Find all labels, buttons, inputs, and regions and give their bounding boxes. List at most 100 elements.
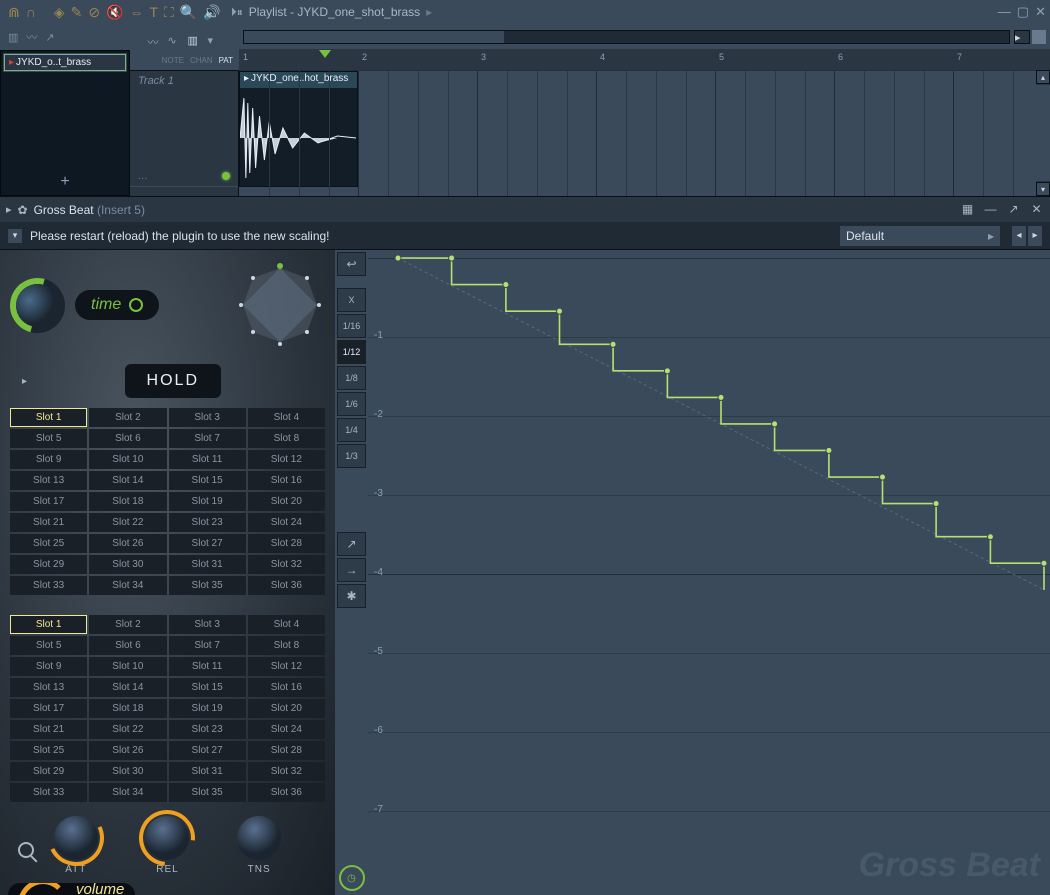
plugin-detach-button[interactable]: ↗: [1006, 202, 1021, 217]
slot-button[interactable]: Slot 29: [10, 555, 87, 574]
minimize-button[interactable]: —: [998, 4, 1011, 20]
slot-button[interactable]: Slot 6: [89, 636, 166, 655]
search-icon[interactable]: [18, 842, 34, 858]
slot-button[interactable]: Slot 5: [10, 636, 87, 655]
slot-button[interactable]: Slot 7: [169, 429, 246, 448]
slot-button[interactable]: Slot 29: [10, 762, 87, 781]
attack-knob[interactable]: ATT: [54, 816, 98, 875]
slot-button[interactable]: Slot 10: [89, 657, 166, 676]
env-clock-icon[interactable]: ◷: [339, 865, 365, 891]
clock-wheel[interactable]: [235, 260, 325, 350]
slot-button[interactable]: Slot 21: [10, 513, 87, 532]
select-icon[interactable]: ⛶: [164, 4, 174, 21]
slot-button[interactable]: Slot 24: [248, 513, 325, 532]
tag-icon[interactable]: ◈: [54, 4, 65, 21]
slot-button[interactable]: Slot 18: [89, 492, 166, 511]
slot-button[interactable]: Slot 35: [169, 576, 246, 595]
slot-button[interactable]: Slot 28: [248, 741, 325, 760]
slot-button[interactable]: Slot 17: [10, 699, 87, 718]
slot-button[interactable]: Slot 13: [10, 678, 87, 697]
slot-button[interactable]: Slot 26: [89, 534, 166, 553]
maximize-button[interactable]: ▢: [1017, 4, 1029, 20]
slot-button[interactable]: Slot 6: [89, 429, 166, 448]
speaker-icon[interactable]: 🔊: [203, 4, 220, 21]
slot-button[interactable]: Slot 32: [248, 762, 325, 781]
slot-button[interactable]: Slot 30: [89, 555, 166, 574]
slot-button[interactable]: Slot 2: [89, 615, 166, 634]
snap-1-8-button[interactable]: 1/8: [337, 366, 366, 390]
slot-button[interactable]: Slot 25: [10, 534, 87, 553]
playlist-area[interactable]: JYKD_one..hot_brass: [239, 70, 1050, 196]
zoom-icon[interactable]: 🔍: [180, 4, 197, 21]
add-pattern-button[interactable]: +: [60, 173, 69, 191]
plugin-gear-icon[interactable]: ✿: [18, 203, 28, 217]
plugin-collapse-icon[interactable]: ▸: [6, 203, 12, 216]
tool-arrow-button[interactable]: →: [337, 558, 366, 582]
slot-button[interactable]: Slot 18: [89, 699, 166, 718]
snap-x-button[interactable]: X: [337, 288, 366, 312]
slot-button[interactable]: Slot 1: [10, 408, 87, 427]
slot-button[interactable]: Slot 23: [169, 720, 246, 739]
piano-icon[interactable]: ▥: [8, 31, 18, 44]
disable-icon[interactable]: ⊘: [88, 4, 100, 21]
slot-button[interactable]: Slot 3: [169, 408, 246, 427]
env-undo-button[interactable]: ↩: [337, 252, 366, 276]
slot-button[interactable]: Slot 9: [10, 657, 87, 676]
arrows-icon[interactable]: ⇔: [129, 4, 143, 20]
slot-button[interactable]: Slot 20: [248, 492, 325, 511]
slot-button[interactable]: Slot 4: [248, 615, 325, 634]
slot-button[interactable]: Slot 27: [169, 534, 246, 553]
slot-button[interactable]: Slot 33: [10, 783, 87, 802]
vertical-scrollbar[interactable]: ▴ ▾: [1036, 70, 1050, 196]
piano-tool-icon[interactable]: ▥: [188, 34, 202, 48]
slot-button[interactable]: Slot 16: [248, 678, 325, 697]
slot-button[interactable]: Slot 31: [169, 555, 246, 574]
snap-1-12-button[interactable]: 1/12: [337, 340, 366, 364]
preset-next-button[interactable]: ▸: [1028, 226, 1042, 246]
slot-button[interactable]: Slot 11: [169, 450, 246, 469]
slot-button[interactable]: Slot 1: [10, 615, 87, 634]
slot-button[interactable]: Slot 12: [248, 450, 325, 469]
play-icon[interactable]: ⏵⏸: [231, 5, 243, 20]
slot-button[interactable]: Slot 26: [89, 741, 166, 760]
slot-button[interactable]: Slot 34: [89, 576, 166, 595]
slot-play-icon[interactable]: ▸: [22, 376, 27, 387]
slot-button[interactable]: Slot 2: [89, 408, 166, 427]
plugin-minimize-button[interactable]: —: [983, 202, 998, 217]
slot-button[interactable]: Slot 3: [169, 615, 246, 634]
minimap-toggle[interactable]: [1032, 30, 1046, 44]
slot-button[interactable]: Slot 13: [10, 471, 87, 490]
slot-button[interactable]: Slot 12: [248, 657, 325, 676]
plugin-close-button[interactable]: ✕: [1029, 202, 1044, 217]
horizontal-scrollbar[interactable]: [243, 30, 1010, 44]
track-menu-icon[interactable]: …: [138, 171, 148, 182]
slot-button[interactable]: Slot 8: [248, 636, 325, 655]
slot-button[interactable]: Slot 34: [89, 783, 166, 802]
headphones-icon[interactable]: ∩: [26, 4, 36, 20]
slot-button[interactable]: Slot 7: [169, 636, 246, 655]
mute-icon[interactable]: 🔇: [106, 4, 123, 21]
wave-tool-icon[interactable]: 〰: [148, 34, 162, 48]
preset-prev-button[interactable]: ◂: [1012, 226, 1026, 246]
slot-button[interactable]: Slot 16: [248, 471, 325, 490]
snap-1-6-button[interactable]: 1/6: [337, 392, 366, 416]
track-active-led[interactable]: [222, 172, 230, 180]
track-header[interactable]: Track 1 …: [130, 71, 238, 187]
snap-1-4-button[interactable]: 1/4: [337, 418, 366, 442]
slot-button[interactable]: Slot 15: [169, 678, 246, 697]
slot-button[interactable]: Slot 19: [169, 699, 246, 718]
slot-button[interactable]: Slot 10: [89, 450, 166, 469]
slot-button[interactable]: Slot 22: [89, 513, 166, 532]
pattern-list[interactable]: JYKD_o..t_brass +: [0, 50, 130, 196]
slot-button[interactable]: Slot 33: [10, 576, 87, 595]
playhead-marker[interactable]: [319, 50, 331, 64]
slot-button[interactable]: Slot 24: [248, 720, 325, 739]
slot-button[interactable]: Slot 22: [89, 720, 166, 739]
pattern-item[interactable]: JYKD_o..t_brass: [4, 54, 126, 71]
slot-button[interactable]: Slot 30: [89, 762, 166, 781]
slot-button[interactable]: Slot 36: [248, 576, 325, 595]
slot-button[interactable]: Slot 23: [169, 513, 246, 532]
tool-curve-button[interactable]: ↗: [337, 532, 366, 556]
menu-tool-icon[interactable]: ▾: [208, 34, 222, 48]
slot-button[interactable]: Slot 27: [169, 741, 246, 760]
